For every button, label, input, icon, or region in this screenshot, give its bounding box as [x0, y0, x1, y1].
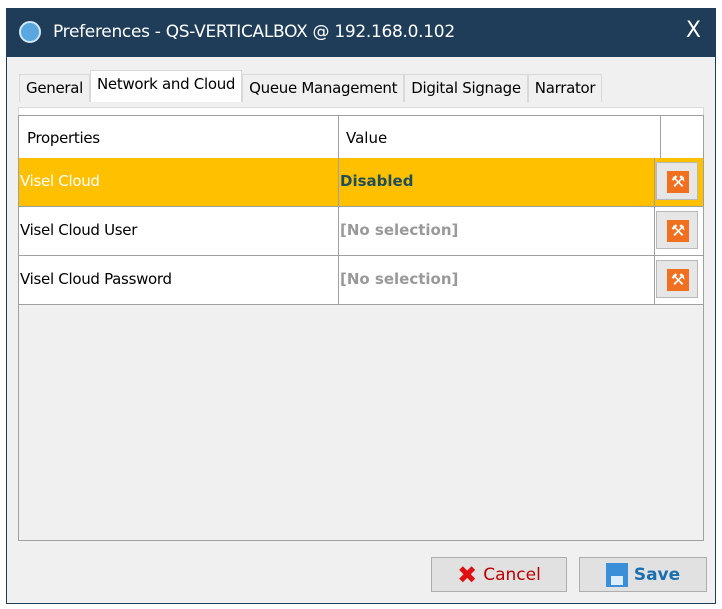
wrench-icon: ⚒	[667, 171, 689, 193]
app-logo-icon	[19, 21, 41, 43]
property-value[interactable]: [No selection]	[338, 207, 655, 255]
tab-bar: General Network and Cloud Queue Manageme…	[19, 70, 603, 102]
preferences-window: Preferences - QS-VERTICALBOX @ 192.168.0…	[6, 8, 716, 604]
wrench-icon: ⚒	[667, 269, 689, 291]
save-label: Save	[633, 564, 681, 585]
property-name: Visel Cloud User	[19, 207, 339, 255]
tab-queue-management[interactable]: Queue Management	[242, 74, 405, 102]
cancel-x-icon: ✖	[457, 560, 478, 589]
table-row[interactable]: Visel Cloud User [No selection] ⚒	[19, 207, 703, 256]
floppy-disk-icon	[605, 562, 628, 587]
property-name: Visel Cloud Password	[19, 256, 339, 304]
wrench-icon: ⚒	[667, 220, 689, 242]
table-row[interactable]: Visel Cloud Password [No selection] ⚒	[19, 256, 703, 305]
title-bar: Preferences - QS-VERTICALBOX @ 192.168.0…	[7, 9, 715, 57]
properties-grid: Properties Value Visel Cloud Disabled ⚒ …	[18, 115, 704, 541]
edit-button[interactable]: ⚒	[656, 162, 698, 200]
property-value[interactable]: [No selection]	[338, 256, 655, 304]
edit-button[interactable]: ⚒	[656, 260, 698, 298]
edit-button[interactable]: ⚒	[656, 211, 698, 249]
tab-digital-signage[interactable]: Digital Signage	[404, 74, 528, 102]
header-row: Properties Value	[19, 116, 703, 159]
cancel-label: Cancel	[483, 564, 541, 585]
header-properties: Properties	[19, 116, 339, 158]
table-row[interactable]: Visel Cloud Disabled ⚒	[19, 158, 703, 207]
tab-network-and-cloud[interactable]: Network and Cloud	[90, 70, 243, 102]
save-button[interactable]: Save	[579, 557, 707, 592]
tab-general[interactable]: General	[19, 74, 91, 102]
header-value: Value	[338, 116, 661, 158]
property-value[interactable]: Disabled	[338, 158, 655, 206]
close-icon[interactable]: X	[686, 18, 701, 43]
tab-narrator[interactable]: Narrator	[527, 74, 603, 102]
cancel-button[interactable]: ✖ Cancel	[431, 557, 567, 592]
property-name: Visel Cloud	[19, 158, 339, 206]
window-title: Preferences - QS-VERTICALBOX @ 192.168.0…	[53, 22, 455, 42]
